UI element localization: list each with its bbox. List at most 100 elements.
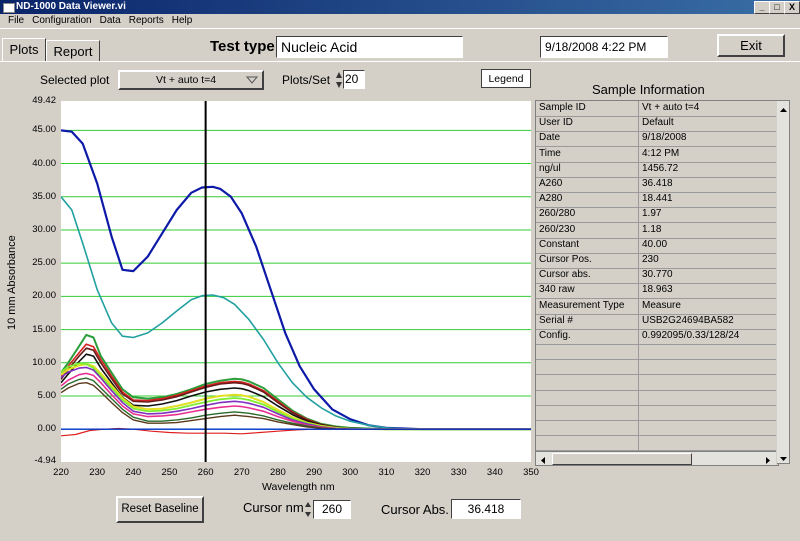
selected-plot-dropdown[interactable]: Vt + auto t=4 <box>118 70 264 90</box>
scroll-left-icon[interactable] <box>538 453 549 464</box>
vertical-scrollbar[interactable] <box>777 100 790 464</box>
y-tick-label: 49.42 <box>32 95 56 106</box>
exit-button[interactable]: Exit <box>717 34 785 57</box>
scroll-down-icon[interactable] <box>778 451 789 462</box>
table-row[interactable]: Time 4:12 PM <box>536 147 776 163</box>
row-label: Time <box>539 147 561 159</box>
row-value: 1.18 <box>642 223 662 235</box>
test-type-field[interactable]: Nucleic Acid <box>276 36 463 58</box>
reset-baseline-button[interactable]: Reset Baseline <box>116 496 204 523</box>
legend-button[interactable]: Legend <box>481 69 531 88</box>
table-row[interactable]: Sample ID Vt + auto t=4 <box>536 101 776 117</box>
x-tick-label: 280 <box>269 467 286 478</box>
menu-configuration[interactable]: Configuration <box>32 15 91 26</box>
table-row[interactable]: Date 9/18/2008 <box>536 131 776 148</box>
menu-data[interactable]: Data <box>100 15 121 26</box>
x-tick-label: 230 <box>89 467 106 478</box>
row-value: 4:12 PM <box>642 147 680 159</box>
x-tick-label: 250 <box>161 467 178 478</box>
scroll-thumb[interactable] <box>552 453 692 465</box>
table-row[interactable]: Measurement Type Measure <box>536 299 776 315</box>
maximize-button[interactable]: □ <box>769 1 785 14</box>
row-label: Date <box>539 132 561 144</box>
row-label: Measurement Type <box>539 299 625 311</box>
row-value: 1456.72 <box>642 162 679 174</box>
table-row[interactable] <box>536 344 776 361</box>
cursor-nm-stepper[interactable] <box>304 500 312 519</box>
table-row[interactable] <box>536 435 776 452</box>
horizontal-scrollbar[interactable] <box>536 451 776 465</box>
table-row[interactable]: User ID Default <box>536 116 776 133</box>
sample-info-table[interactable]: Sample ID Vt + auto t=4 User ID Default Date… <box>535 100 779 466</box>
close-button[interactable]: X <box>784 1 800 14</box>
minimize-button[interactable]: _ <box>754 1 770 14</box>
plot-canvas[interactable] <box>60 101 531 462</box>
table-row[interactable]: 340 raw 18.963 <box>536 283 776 300</box>
plots-per-set-input[interactable]: 20 <box>343 70 365 89</box>
table-row[interactable]: Config. 0.992095/0.33/128/24 <box>536 329 776 345</box>
row-value: USB2G24694BA582 <box>642 314 734 326</box>
table-row[interactable] <box>536 359 776 376</box>
y-tick-label: 25.00 <box>32 257 56 269</box>
chevron-down-icon <box>246 76 258 84</box>
plots-per-set-label: Plots/Set <box>282 73 331 87</box>
row-value: 0.992095/0.33/128/24 <box>642 330 740 341</box>
menu-file[interactable]: File <box>8 15 24 26</box>
row-label: Cursor Pos. <box>539 254 592 265</box>
table-row[interactable]: Serial # USB2G24694BA582 <box>536 314 776 330</box>
y-tick-label: 35.00 <box>32 190 56 202</box>
spectrum-line-1 <box>60 129 531 431</box>
row-label: 340 raw <box>539 284 575 296</box>
table-row[interactable]: ng/ul 1456.72 <box>536 162 776 178</box>
cursor-nm-input[interactable]: 260 <box>313 500 351 519</box>
y-tick-label: 0.00 <box>37 423 57 435</box>
tab-plots[interactable]: Plots <box>2 38 46 62</box>
app-icon <box>3 3 15 13</box>
window-title: ND-1000 Data Viewer.vi <box>16 1 126 12</box>
table-row[interactable]: Cursor Pos. 230 <box>536 253 776 269</box>
row-label: A280 <box>539 193 563 205</box>
menu-help[interactable]: Help <box>172 15 193 26</box>
y-tick-label: -4.94 <box>34 455 56 466</box>
table-row[interactable]: 260/280 1.97 <box>536 207 776 224</box>
cursor-abs-label: Cursor Abs. <box>381 502 449 517</box>
table-row[interactable]: A280 18.441 <box>536 192 776 209</box>
row-label: Constant <box>539 238 580 250</box>
x-tick-label: 320 <box>414 467 431 478</box>
tab-report[interactable]: Report <box>46 40 100 62</box>
row-value: 18.963 <box>642 284 673 296</box>
cursor-nm-label: Cursor nm <box>243 500 304 515</box>
row-label: 260/280 <box>539 208 576 220</box>
test-type-label: Test type: <box>210 38 280 55</box>
x-tick-label: 300 <box>342 467 359 478</box>
table-row[interactable] <box>536 420 776 437</box>
stepper-arrows-icon <box>305 502 311 517</box>
x-tick-label: 330 <box>450 467 467 478</box>
row-label: Config. <box>539 330 571 341</box>
row-value: 1.97 <box>642 208 662 220</box>
window-title-bar: ND-1000 Data Viewer.vi _ □ X <box>0 0 800 14</box>
scroll-right-icon[interactable] <box>762 453 773 464</box>
row-label: Serial # <box>539 314 573 326</box>
row-value: 9/18/2008 <box>642 132 687 144</box>
row-value: 40.00 <box>642 238 668 250</box>
row-value: 30.770 <box>642 269 673 281</box>
row-value: Default <box>642 117 674 129</box>
y-tick-label: 45.00 <box>32 124 56 136</box>
table-row[interactable] <box>536 375 776 391</box>
row-label: ng/ul <box>539 162 561 174</box>
table-row[interactable] <box>536 390 776 406</box>
plots-per-set-stepper[interactable] <box>335 70 343 90</box>
table-row[interactable]: 260/230 1.18 <box>536 223 776 239</box>
table-row[interactable]: Constant 40.00 <box>536 238 776 254</box>
menu-reports[interactable]: Reports <box>129 15 164 26</box>
row-label: Cursor abs. <box>539 269 591 281</box>
absorbance-plot[interactable] <box>60 101 531 462</box>
scroll-up-icon[interactable] <box>778 103 789 114</box>
table-row[interactable] <box>536 405 776 421</box>
x-axis-label: Wavelength nm <box>262 481 335 493</box>
y-tick-label: 40.00 <box>32 157 56 169</box>
stepper-arrows-icon <box>336 72 342 88</box>
table-row[interactable]: A260 36.418 <box>536 177 776 193</box>
table-row[interactable]: Cursor abs. 30.770 <box>536 268 776 285</box>
